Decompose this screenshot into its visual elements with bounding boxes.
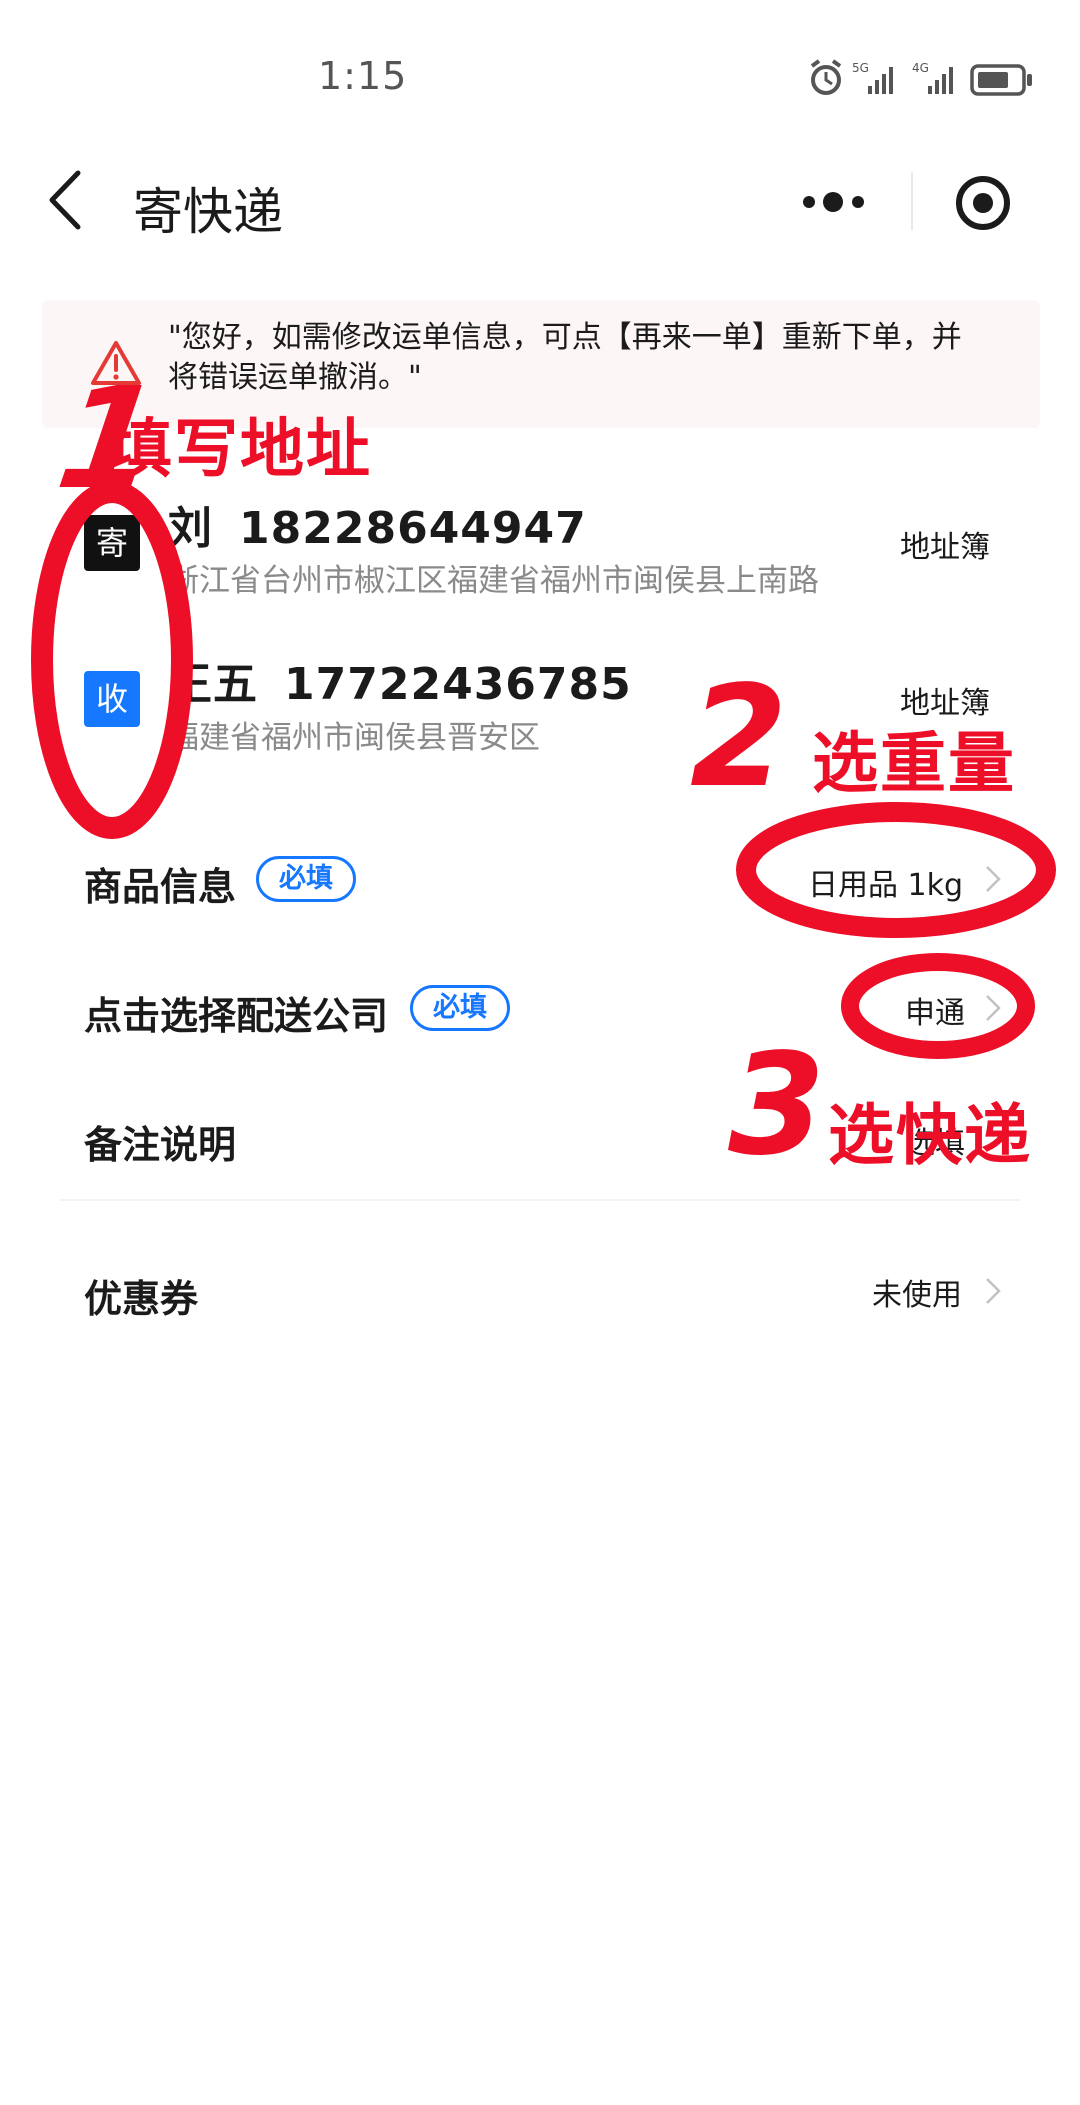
sender-phone: 18228644947	[239, 503, 587, 554]
receiver-contact[interactable]: 王五 17722436785	[168, 648, 632, 712]
more-dots-icon[interactable]	[800, 180, 870, 224]
chevron-right-icon[interactable]	[985, 865, 1001, 893]
receiver-name: 王五	[168, 659, 258, 710]
annotation-number-3: 3	[728, 1024, 826, 1187]
carrier-required-badge: 必填	[410, 985, 510, 1031]
sender-address[interactable]: 浙江省台州市椒江区福建省福州市闽侯县上南路	[168, 555, 819, 600]
goods-required-badge: 必填	[256, 856, 356, 902]
battery-icon	[970, 64, 1032, 96]
annotation-text-3: 选快递	[828, 1097, 1032, 1174]
sender-address-book-button[interactable]: 地址簿	[900, 522, 990, 566]
coupon-value[interactable]: 未使用	[872, 1270, 962, 1314]
annotation-text-1: 填写地址	[108, 413, 372, 487]
svg-text:4G: 4G	[912, 61, 929, 75]
annotation-number-2: 2	[690, 656, 788, 819]
alarm-icon	[810, 59, 842, 95]
sender-name: 刘	[168, 503, 213, 554]
notice-text: "您好，如需修改运单信息，可点【再来一单】重新下单，并将错误运单撤消。"	[168, 320, 962, 395]
receiver-address[interactable]: 福建省福州市闽侯县晋安区	[168, 712, 540, 757]
status-icons: 5G 4G	[810, 59, 1032, 96]
receiver-tag: 收	[84, 671, 140, 727]
divider	[60, 1199, 1020, 1201]
sender-contact[interactable]: 刘 18228644947	[168, 492, 587, 556]
carrier-select-label: 点击选择配送公司	[84, 994, 389, 1038]
remark-label: 备注说明	[84, 1123, 237, 1167]
goods-info-label: 商品信息	[84, 865, 237, 909]
receiver-phone: 17722436785	[284, 659, 632, 710]
signal-5g-icon: 5G	[852, 61, 893, 94]
signal-4g-icon: 4G	[912, 61, 953, 94]
target-icon[interactable]	[955, 175, 1011, 231]
header-separator	[911, 172, 913, 230]
carrier-value[interactable]: 申通	[905, 988, 965, 1032]
status-time: 1:15	[318, 54, 408, 98]
svg-text:5G: 5G	[852, 61, 869, 75]
goods-value[interactable]: 日用品 1kg	[808, 860, 963, 904]
sender-tag: 寄	[84, 515, 140, 571]
coupon-label: 优惠券	[84, 1277, 199, 1321]
chevron-right-icon[interactable]	[985, 1277, 1001, 1305]
annotation-text-2: 选重量	[812, 725, 1016, 802]
page-title: 寄快递	[133, 183, 283, 241]
back-arrow-icon[interactable]	[40, 165, 100, 235]
chevron-right-icon[interactable]	[985, 994, 1001, 1022]
